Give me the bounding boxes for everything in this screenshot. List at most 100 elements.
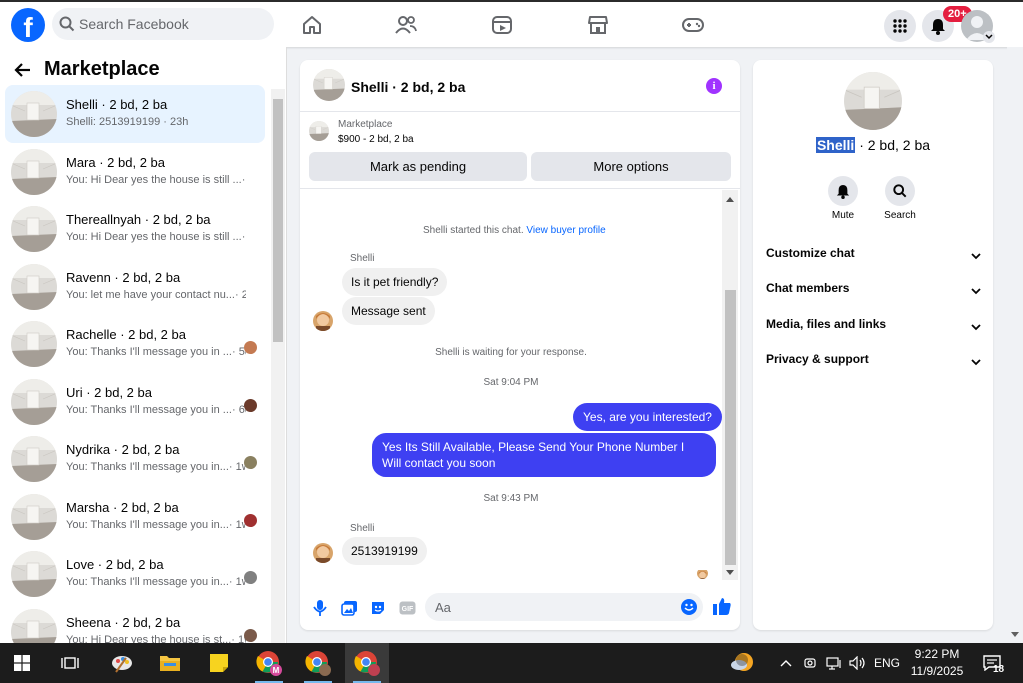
gif-icon[interactable]: GIF: [397, 598, 417, 618]
settings-row[interactable]: Customize chat: [766, 246, 981, 270]
divider: [300, 188, 740, 189]
mute-button[interactable]: Mute: [823, 176, 863, 221]
input-language[interactable]: ENG: [874, 656, 900, 670]
seen-avatar: [244, 628, 257, 642]
marketplace-icon[interactable]: [585, 12, 611, 38]
search-icon[interactable]: [885, 176, 915, 206]
chevron-down-icon[interactable]: [971, 249, 981, 263]
conversation-item[interactable]: Nydrika · 2 bd, 2 ba You: Thanks I'll mes…: [5, 430, 265, 488]
facebook-logo[interactable]: f: [11, 8, 45, 42]
conversation-item[interactable]: Sheena · 2 bd, 2 ba You: Hi Dear yes the …: [5, 603, 265, 643]
chevron-down-icon[interactable]: [983, 31, 995, 43]
page-scrollbar[interactable]: [1007, 47, 1023, 643]
listing-thumbnail: [11, 551, 57, 597]
settings-row[interactable]: Privacy & support: [766, 352, 981, 376]
outgoing-message[interactable]: Yes Its Still Available, Please Send You…: [372, 433, 716, 477]
listing-thumbnail: [11, 436, 57, 482]
sticker-icon[interactable]: [368, 598, 388, 618]
friends-icon[interactable]: [393, 12, 419, 38]
conversation-item[interactable]: Rachelle · 2 bd, 2 ba You: Thanks I'll me…: [5, 315, 265, 373]
view-buyer-profile-link[interactable]: View buyer profile: [526, 225, 605, 236]
sender-avatar[interactable]: [313, 543, 333, 563]
listing-thumbnail: [11, 321, 57, 367]
chevron-down-icon[interactable]: [971, 284, 981, 298]
conversation-item[interactable]: Uri · 2 bd, 2 ba You: Thanks I'll message…: [5, 373, 265, 431]
clock-date[interactable]: 11/9/2025: [906, 664, 968, 678]
microphone-icon[interactable]: [310, 598, 330, 618]
conversation-item[interactable]: Marsha · 2 bd, 2 ba You: Thanks I'll mess…: [5, 488, 265, 546]
back-arrow-icon[interactable]: [14, 61, 32, 84]
scrollbar-thumb[interactable]: [273, 99, 283, 342]
scroll-down-icon[interactable]: [1011, 632, 1019, 638]
scroll-up-icon[interactable]: [726, 196, 734, 202]
chat-title[interactable]: Shelli · 2 bd, 2 ba: [351, 79, 465, 95]
camera-status-icon[interactable]: [800, 643, 820, 683]
bell-icon[interactable]: [828, 176, 858, 206]
conversation-item[interactable]: Shelli · 2 bd, 2 ba Shelli: 2513919199 · …: [5, 85, 265, 143]
thumbs-up-icon[interactable]: [712, 596, 732, 621]
chevron-up-icon[interactable]: [776, 643, 796, 683]
chrome-profile-m-icon[interactable]: M: [247, 643, 291, 683]
paint-app-icon[interactable]: [100, 643, 144, 683]
incoming-message[interactable]: Is it pet friendly?: [342, 268, 448, 296]
conversation-item[interactable]: Ravenn · 2 bd, 2 ba You: let me have your…: [5, 258, 265, 316]
windows-start-icon[interactable]: [0, 643, 44, 683]
scrollbar-thumb[interactable]: [725, 290, 736, 565]
weather-icon[interactable]: [720, 643, 764, 683]
settings-row[interactable]: Media, files and links: [766, 317, 981, 341]
chat-scrollbar[interactable]: [722, 190, 738, 580]
chevron-down-icon[interactable]: [971, 320, 981, 334]
sticky-notes-icon[interactable]: [197, 643, 241, 683]
search-input[interactable]: [79, 8, 269, 40]
timestamp: Sat 9:43 PM: [483, 493, 539, 504]
volume-icon[interactable]: [847, 643, 869, 683]
conversation-item[interactable]: Mara · 2 bd, 2 ba You: Hi Dear yes the ho…: [5, 143, 265, 201]
watch-icon[interactable]: [489, 12, 515, 38]
info-icon[interactable]: i: [706, 78, 722, 94]
outgoing-message[interactable]: Yes, are you interested?: [573, 403, 722, 431]
svg-text:GIF: GIF: [401, 606, 413, 613]
action-center-icon[interactable]: [978, 643, 1006, 683]
mark-as-pending-button[interactable]: Mark as pending: [309, 152, 527, 181]
emoji-icon[interactable]: [681, 599, 697, 615]
message-composer[interactable]: [425, 593, 703, 621]
conversation-snippet: You: Thanks I'll message you in...· 1w: [66, 519, 246, 531]
chat-avatar[interactable]: [313, 69, 345, 101]
clock-time[interactable]: 9:22 PM: [906, 647, 968, 661]
snippet-time: · 2d: [241, 231, 246, 243]
chevron-down-icon[interactable]: [971, 355, 981, 369]
listing-price[interactable]: $900 - 2 bd, 2 ba: [338, 134, 414, 145]
search-box[interactable]: [52, 8, 274, 40]
settings-row[interactable]: Chat members: [766, 281, 981, 305]
sidebar-scrollbar[interactable]: [271, 89, 285, 643]
incoming-message[interactable]: 2513919199: [342, 537, 427, 565]
snippet-text: You: Thanks I'll message you in...: [66, 518, 229, 531]
listing-thumbnail[interactable]: [309, 121, 329, 141]
contact-avatar[interactable]: [844, 72, 902, 130]
top-navigation-bar: f 20+: [0, 0, 1023, 47]
menu-grid-icon[interactable]: [884, 10, 916, 42]
snippet-text: You: Hi Dear yes the house is still ...: [66, 231, 242, 243]
mute-label: Mute: [831, 210, 855, 221]
home-icon[interactable]: [299, 12, 325, 38]
photo-icon[interactable]: [339, 598, 359, 618]
sender-avatar[interactable]: [313, 311, 333, 331]
scroll-down-icon[interactable]: [726, 570, 734, 576]
conversation-item[interactable]: Love · 2 bd, 2 ba You: Thanks I'll messag…: [5, 545, 265, 603]
conversation-snippet: You: Thanks I'll message you in...· 1w: [66, 461, 246, 473]
more-options-button[interactable]: More options: [531, 152, 731, 181]
chrome-profile-icon[interactable]: [296, 643, 340, 683]
task-view-icon[interactable]: [48, 643, 92, 683]
conversation-name: Nydrika · 2 bd, 2 ba: [66, 442, 180, 457]
gaming-icon[interactable]: [680, 12, 706, 38]
file-explorer-icon[interactable]: [148, 643, 192, 683]
network-icon[interactable]: [823, 643, 845, 683]
chrome-active-icon[interactable]: [345, 643, 389, 683]
snippet-text: You: Hi Dear yes the house is still ...: [66, 173, 242, 186]
incoming-message[interactable]: Message sent: [342, 297, 435, 325]
search-conversation-button[interactable]: Search: [880, 176, 920, 221]
conversation-name: Love · 2 bd, 2 ba: [66, 557, 164, 572]
sender-name: Shelli: [350, 253, 375, 264]
conversation-item[interactable]: Thereallnyah · 2 bd, 2 ba You: Hi Dear ye…: [5, 200, 265, 258]
message-input[interactable]: [435, 593, 675, 621]
